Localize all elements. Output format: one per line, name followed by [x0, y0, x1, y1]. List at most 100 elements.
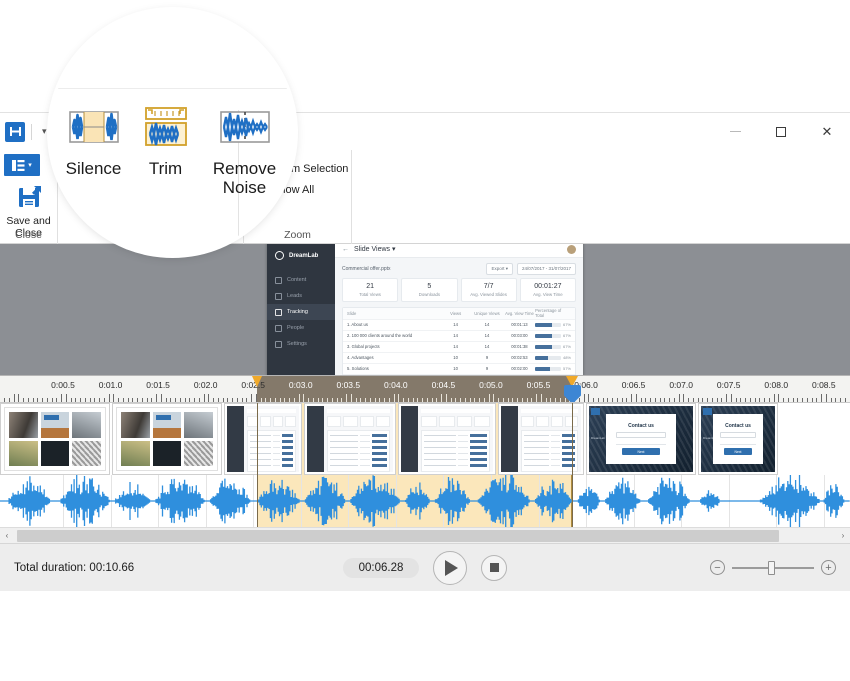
ruler-tick-label: 0:02.0: [194, 380, 218, 390]
minimize-button[interactable]: [712, 113, 758, 150]
stop-icon: [490, 563, 499, 572]
cell-percentage: 48%: [535, 355, 571, 360]
people-icon: [275, 325, 282, 332]
ribbon-spacer: [352, 150, 850, 243]
cell-views: 14: [441, 344, 470, 349]
ruler-tick-label: 0:07.5: [717, 380, 741, 390]
magnified-silence-button[interactable]: Silence: [61, 100, 127, 178]
tracking-icon: [275, 309, 282, 316]
table-row[interactable]: 1. About us141400:01:1367%: [343, 320, 575, 331]
zoom-slider-control[interactable]: − +: [710, 560, 836, 575]
table-row[interactable]: 2. 100 000 clients around the world14140…: [343, 331, 575, 342]
cell-avg-time: 00:01:13: [504, 322, 535, 327]
ruler-tick-label: 0:04.5: [432, 380, 456, 390]
divider: [50, 88, 295, 89]
preview-slide: DreamLab Content Leads Tracking People S…: [267, 244, 583, 375]
cell-slide: 4. Advantages: [347, 355, 441, 360]
avatar[interactable]: [567, 245, 576, 254]
table-row[interactable]: 4. Advantages10900:02:5348%: [343, 353, 575, 364]
ruler-tick-label: 0:07.0: [669, 380, 693, 390]
view-dropdown-button[interactable]: ▾: [4, 154, 40, 176]
slide-filmstrip[interactable]: DreamLabContact usNextDreamLabContact us…: [0, 403, 850, 475]
stop-button[interactable]: [481, 555, 507, 581]
sidebar-item-leads[interactable]: Leads: [267, 288, 335, 304]
app-logo-icon: [5, 122, 25, 142]
sidebar-item-settings[interactable]: Settings: [267, 336, 335, 352]
cell-percentage: 67%: [535, 322, 571, 327]
selection-start-marker[interactable]: [257, 403, 258, 543]
timeline-ruler[interactable]: 0:00.50:01.00:01.50:02.00:02.50:03.00:03…: [0, 375, 850, 403]
scrollbar-track[interactable]: [14, 528, 836, 544]
date-range-picker[interactable]: 24/07/2017 - 31/07/2017: [517, 263, 576, 275]
cell-unique-views: 14: [470, 333, 504, 338]
silence-icon: [67, 100, 121, 154]
playhead-marker[interactable]: [572, 403, 573, 543]
slide-views-table: SlideViewsUnique ViewsAvg. View TimePerc…: [342, 307, 576, 376]
play-button[interactable]: [433, 551, 467, 585]
cell-slide: 1. About us: [347, 322, 441, 327]
ruler-tick-label: 0:08.5: [812, 380, 836, 390]
magnified-silence-label: Silence: [66, 159, 122, 178]
ruler-tick-label: 0:04.0: [384, 380, 408, 390]
cell-avg-time: 00:02:53: [504, 355, 535, 360]
cell-slide: 5. Solutions: [347, 366, 441, 371]
slide-grid-thumb-1[interactable]: [0, 403, 110, 475]
back-arrow-icon[interactable]: ←: [342, 246, 349, 253]
maximize-button[interactable]: [758, 113, 804, 150]
stats-row: 21Total Views 5Downloads 7/7Avg. Viewed …: [335, 278, 583, 302]
preview-sidebar: DreamLab Content Leads Tracking People S…: [267, 244, 335, 375]
cell-slide: 3. Global projects: [347, 344, 441, 349]
brand-logo-icon: [275, 251, 284, 260]
preview-brand: DreamLab: [267, 251, 335, 272]
remove-noise-icon: [218, 100, 272, 154]
progress-bar: [535, 367, 561, 371]
stat-card: 21Total Views: [342, 278, 398, 302]
ribbon-group-close-label: Close: [0, 229, 57, 241]
magnified-trim-button[interactable]: Trim: [133, 100, 199, 178]
scroll-left-arrow[interactable]: ‹: [0, 528, 14, 544]
play-icon: [445, 560, 458, 576]
zoom-slider-thumb[interactable]: [768, 561, 775, 575]
brand-name: DreamLab: [289, 253, 318, 259]
magnified-trim-label: Trim: [149, 159, 182, 178]
trim-icon: [139, 100, 193, 154]
column-header: Views: [441, 311, 470, 316]
zoom-out-button[interactable]: −: [710, 560, 725, 575]
preview-controls: Export ▾ 24/07/2017 - 31/07/2017: [486, 263, 576, 275]
cell-avg-time: 00:03:00: [504, 333, 535, 338]
timeline-track-area[interactable]: DreamLabContact usNextDreamLabContact us…: [0, 403, 850, 543]
cell-unique-views: 9: [470, 355, 504, 360]
zoom-slider-track[interactable]: [732, 567, 814, 569]
contact-thumb-2[interactable]: DreamLabContact usNext: [698, 403, 778, 475]
sidebar-item-tracking[interactable]: Tracking: [267, 304, 335, 320]
slide-grid-thumb-2[interactable]: [112, 403, 222, 475]
contact-thumb-1[interactable]: DreamLabContact usNext: [586, 403, 696, 475]
cell-unique-views: 14: [470, 344, 504, 349]
magnified-remove-noise-label: RemoveNoise: [213, 159, 276, 197]
cell-slide: 2. 100 000 clients around the world: [347, 333, 441, 338]
preview-topbar: ← Slide Views ▾: [335, 244, 583, 258]
scrollbar-thumb[interactable]: [17, 530, 779, 542]
table-row[interactable]: 3. Global projects141400:01:3867%: [343, 342, 575, 353]
chevron-down-icon[interactable]: ▾: [42, 126, 47, 137]
horizontal-scrollbar[interactable]: ‹ ›: [0, 527, 850, 543]
cell-avg-time: 00:01:38: [504, 344, 535, 349]
table-row[interactable]: 5. Solutions10900:02:0057%: [343, 364, 575, 375]
sidebar-item-content[interactable]: Content: [267, 272, 335, 288]
close-button[interactable]: ✕: [804, 113, 850, 150]
progress-bar: [535, 323, 561, 327]
audio-waveform[interactable]: [0, 475, 850, 527]
dashboard-thumb-1[interactable]: [224, 403, 302, 475]
scroll-right-arrow[interactable]: ›: [836, 528, 850, 544]
column-header: Unique Views: [470, 311, 504, 316]
progress-bar: [535, 345, 561, 349]
ribbon-group-zoom-label: Zoom: [244, 229, 351, 241]
dashboard-thumb-3[interactable]: [398, 403, 496, 475]
export-button[interactable]: Export ▾: [486, 263, 513, 275]
dashboard-thumb-2[interactable]: [304, 403, 396, 475]
cell-views: 14: [441, 333, 470, 338]
leads-icon: [275, 293, 282, 300]
zoom-in-button[interactable]: +: [821, 560, 836, 575]
sidebar-item-people[interactable]: People: [267, 320, 335, 336]
magnified-remove-noise-button[interactable]: RemoveNoise: [205, 100, 285, 197]
